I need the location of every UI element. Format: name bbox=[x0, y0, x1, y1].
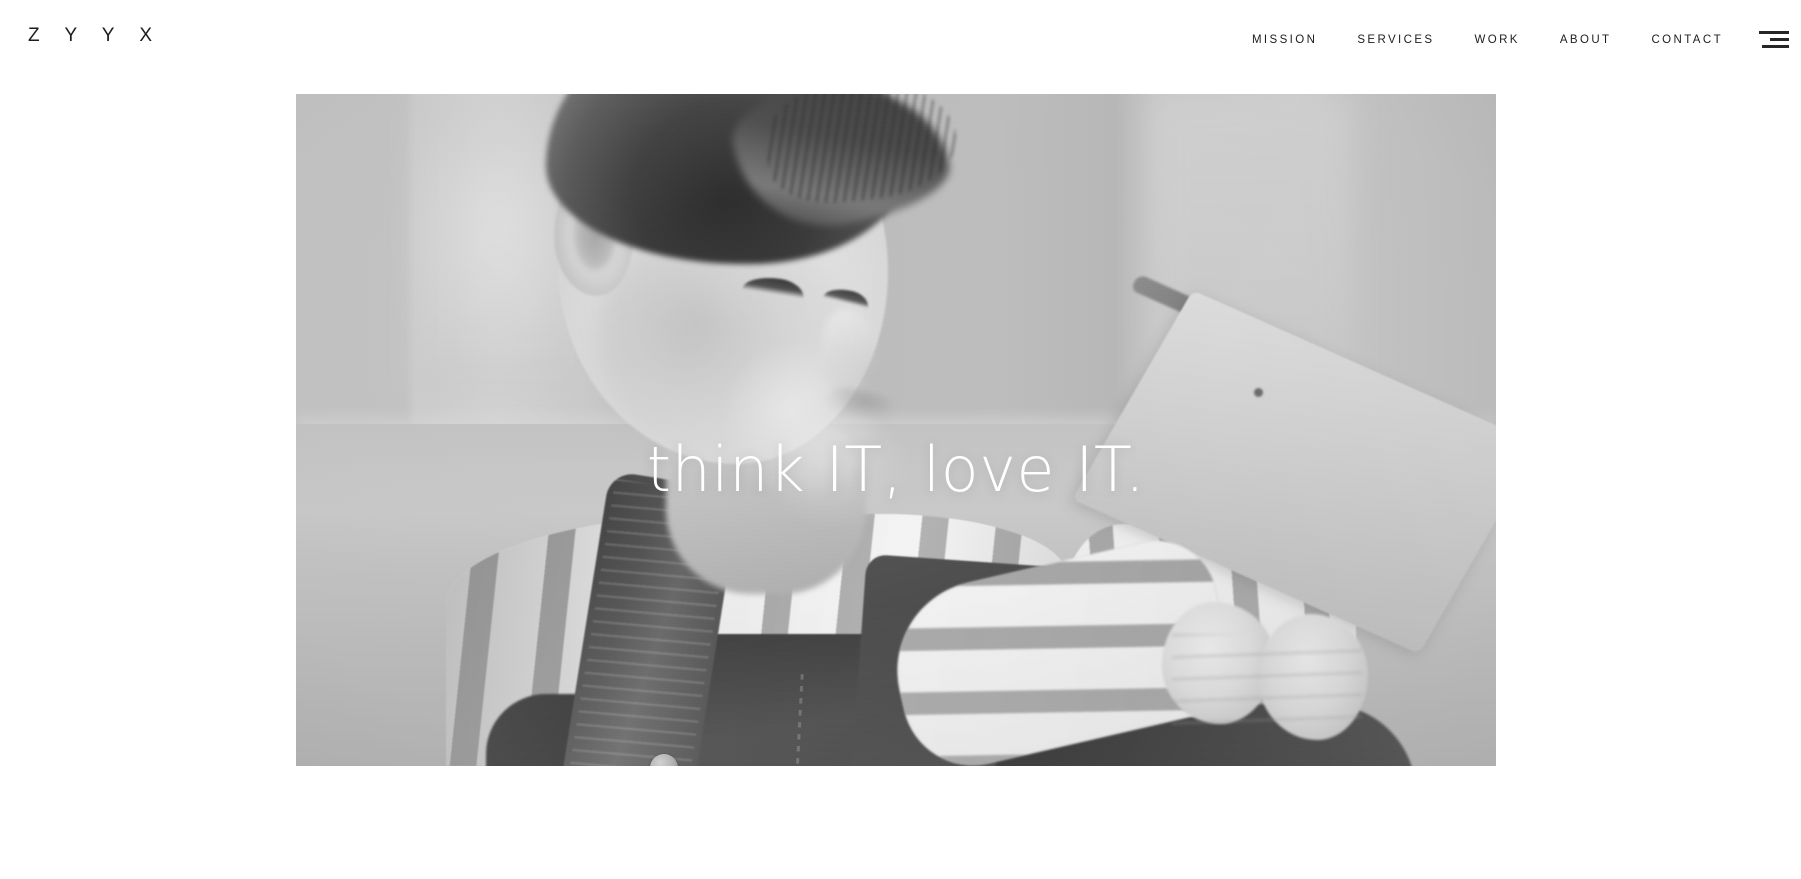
hero-image bbox=[296, 94, 1496, 766]
photo-grain bbox=[296, 94, 1496, 766]
nav-item-services[interactable]: SERVICES bbox=[1357, 29, 1434, 51]
hamburger-bar-bottom bbox=[1762, 45, 1789, 48]
nav-item-work[interactable]: WORK bbox=[1474, 29, 1519, 51]
nav-item-contact[interactable]: CONTACT bbox=[1651, 29, 1723, 51]
site-logo[interactable]: Z Y Y X bbox=[28, 25, 162, 47]
hamburger-bar-top bbox=[1759, 31, 1789, 34]
main-navigation: MISSION SERVICES WORK ABOUT CONTACT bbox=[1252, 29, 1723, 51]
nav-item-mission[interactable]: MISSION bbox=[1252, 29, 1317, 51]
hero-section: think IT, love IT. bbox=[296, 94, 1496, 766]
site-header: Z Y Y X MISSION SERVICES WORK ABOUT CONT… bbox=[0, 0, 1801, 80]
hamburger-icon[interactable] bbox=[1747, 26, 1789, 52]
hamburger-bar-middle bbox=[1770, 38, 1789, 41]
nav-item-about[interactable]: ABOUT bbox=[1560, 29, 1612, 51]
